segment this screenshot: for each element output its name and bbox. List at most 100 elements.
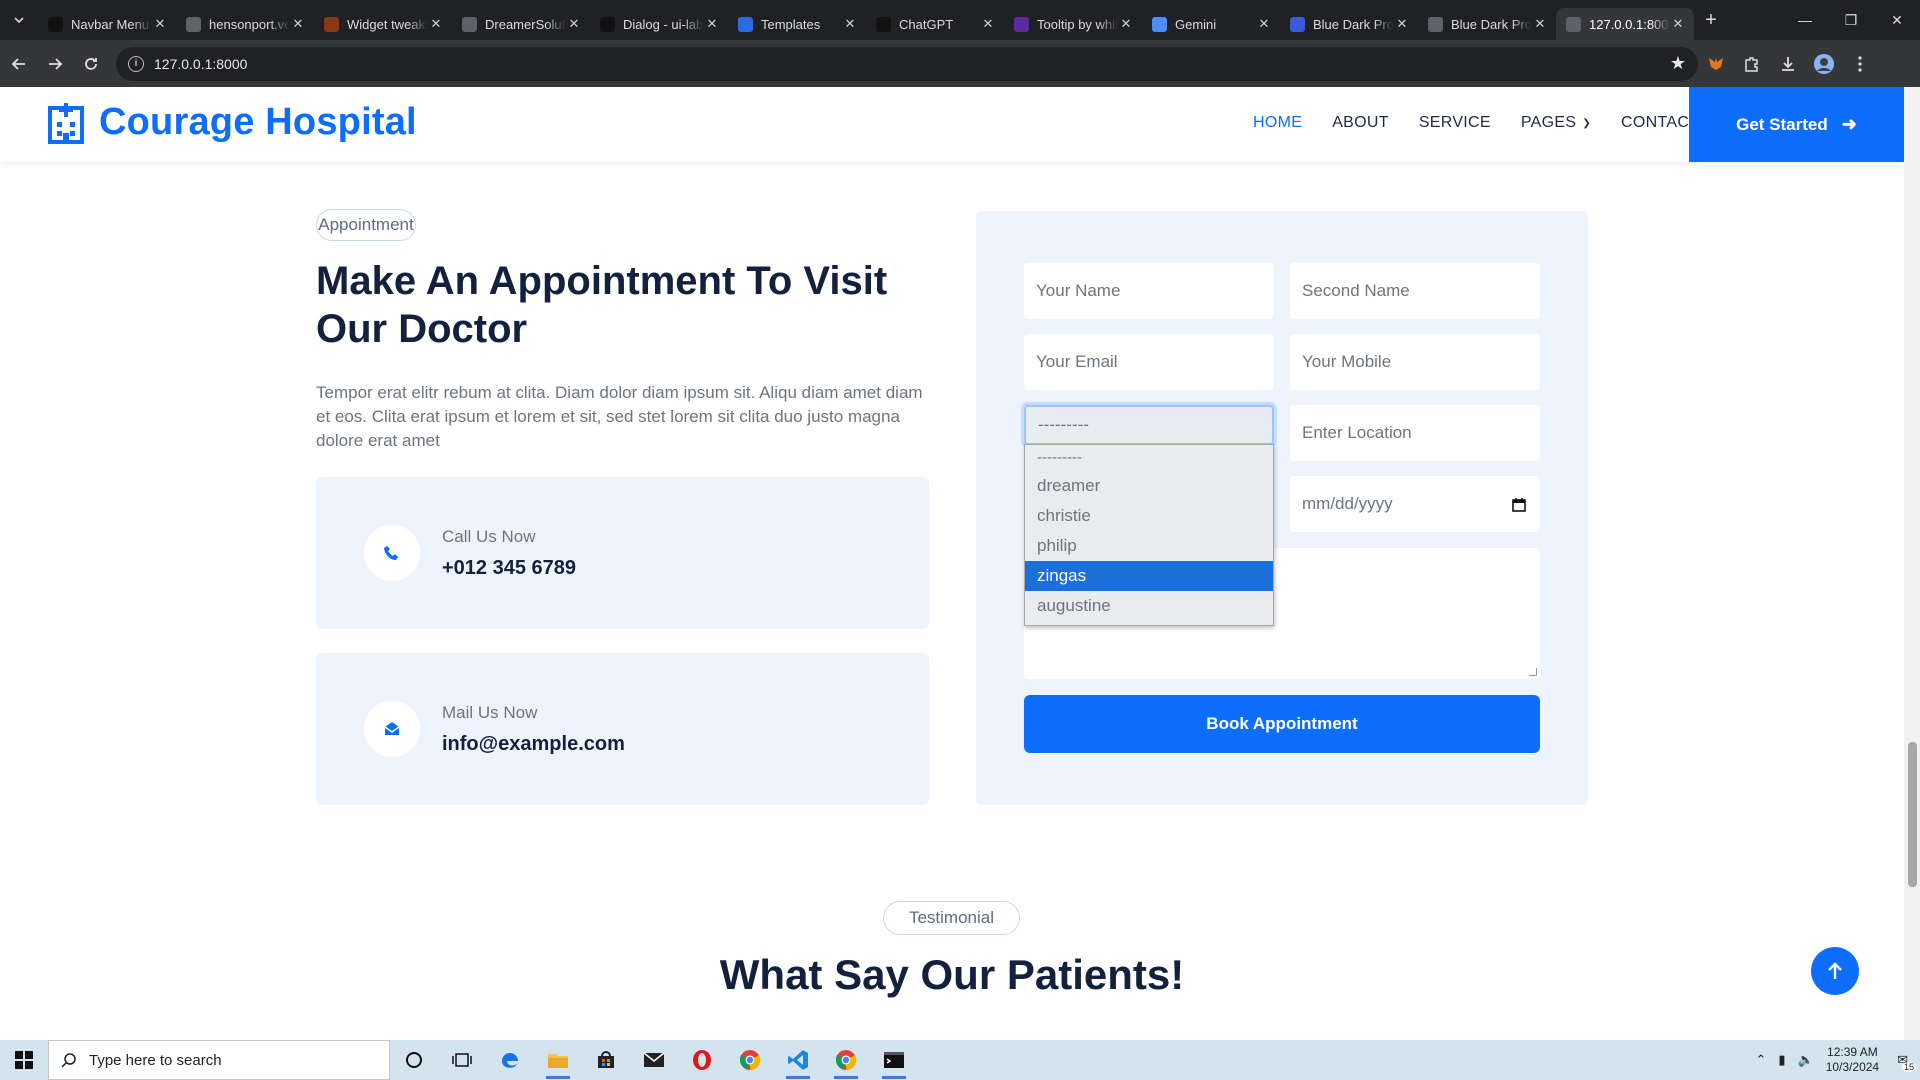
tab-title: Widget tweaks <box>347 16 428 32</box>
download-icon[interactable] <box>1770 46 1806 82</box>
back-button[interactable] <box>2 47 36 81</box>
call-number[interactable]: +012 345 6789 <box>442 557 576 580</box>
second-name-input[interactable]: Second Name <box>1290 263 1540 319</box>
metamask-extension-icon[interactable] <box>1698 46 1734 82</box>
close-tab-icon[interactable]: ✕ <box>152 16 168 32</box>
close-tab-icon[interactable]: ✕ <box>1670 16 1686 32</box>
bookmark-star-icon[interactable]: ★ <box>1670 53 1686 74</box>
start-button[interactable] <box>0 1040 48 1080</box>
battery-icon[interactable]: ▮ <box>1778 1052 1785 1068</box>
opera-icon[interactable] <box>678 1040 726 1080</box>
volume-icon[interactable]: 🔈 <box>1798 1052 1814 1068</box>
reload-button[interactable] <box>74 47 108 81</box>
browser-tab[interactable]: ChatGPT ✕ <box>866 8 1004 40</box>
location-input[interactable]: Enter Location <box>1290 405 1540 461</box>
browser-tab[interactable]: Dialog - ui-lab ✕ <box>590 8 728 40</box>
close-window-button[interactable]: ✕ <box>1874 0 1920 40</box>
resize-grip[interactable] <box>1529 668 1537 676</box>
date-placeholder: mm/dd/yyyy <box>1302 494 1393 513</box>
browser-tab[interactable]: Navbar Menu ✕ <box>38 8 176 40</box>
calendar-icon[interactable] <box>1512 497 1526 512</box>
mail-icon[interactable] <box>630 1040 678 1080</box>
close-tab-icon[interactable]: ✕ <box>842 16 858 32</box>
doctor-select[interactable]: --------- <box>1024 405 1274 445</box>
chevron-up-icon[interactable]: ⌃ <box>1755 1052 1766 1068</box>
tab-favicon-icon <box>462 16 477 32</box>
close-tab-icon[interactable]: ✕ <box>290 16 306 32</box>
close-tab-icon[interactable]: ✕ <box>704 16 720 32</box>
browser-tab[interactable]: Templates ✕ <box>728 8 866 40</box>
browser-tab[interactable]: DreamerSolutions✕ <box>452 8 590 40</box>
close-tab-icon[interactable]: ✕ <box>1532 16 1548 32</box>
mobile-input[interactable]: Your Mobile <box>1290 334 1540 390</box>
chrome-dev-icon[interactable] <box>822 1040 870 1080</box>
first-name-input[interactable]: Your Name <box>1024 263 1274 319</box>
browser-tab[interactable]: hensonport.vercel✕ <box>176 8 314 40</box>
tab-title: Dialog - ui-lab <box>623 16 704 32</box>
store-icon[interactable] <box>582 1040 630 1080</box>
nav-contact[interactable]: CONTACT <box>1621 114 1699 132</box>
appointment-title: Make An Appointment To Visit Our Doctor <box>316 259 888 351</box>
get-started-button[interactable]: Get Started ➜ <box>1689 87 1904 162</box>
back-to-top-button[interactable] <box>1811 947 1859 995</box>
testimonial-title: What Say Our Patients! <box>719 951 1185 998</box>
browser-tab[interactable]: Blue Dark Pro ✕ <box>1280 8 1418 40</box>
mail-label: Mail Us Now <box>442 703 538 722</box>
close-tab-icon[interactable]: ✕ <box>1118 16 1134 32</box>
dropdown-option[interactable]: philip <box>1025 531 1273 561</box>
browser-toolbar: i 127.0.0.1:8000 ★ <box>0 40 1920 87</box>
hospital-icon <box>48 102 84 144</box>
mail-address[interactable]: info@example.com <box>442 733 625 756</box>
nav-pages[interactable]: PAGES ❯ <box>1521 114 1591 132</box>
nav-home[interactable]: HOME <box>1253 114 1302 132</box>
taskbar-clock[interactable]: 12:39 AM 10/3/2024 <box>1826 1045 1879 1075</box>
tab-title: hensonport.vercel <box>209 16 290 32</box>
terminal-icon[interactable] <box>870 1040 918 1080</box>
date-input[interactable]: mm/dd/yyyy <box>1290 476 1540 532</box>
new-tab-button[interactable]: + <box>1694 0 1728 40</box>
notifications-icon[interactable]: ✉ 15 <box>1897 1052 1916 1072</box>
taskbar-search[interactable]: Type here to search <box>48 1040 390 1080</box>
page-scrollbar[interactable] <box>1904 87 1920 1040</box>
chrome-icon[interactable] <box>726 1040 774 1080</box>
browser-tab[interactable]: Tooltip by whitespace✕ <box>1004 8 1142 40</box>
task-view-icon[interactable] <box>438 1040 486 1080</box>
scrollbar-thumb[interactable] <box>1908 742 1917 887</box>
browser-tab[interactable]: 127.0.0.1:8000 ✕ <box>1556 8 1694 40</box>
browser-menu-icon[interactable] <box>1842 46 1878 82</box>
book-appointment-button[interactable]: Book Appointment <box>1024 695 1540 753</box>
nav-service[interactable]: SERVICE <box>1419 114 1491 132</box>
close-tab-icon[interactable]: ✕ <box>428 16 444 32</box>
restore-button[interactable]: ❐ <box>1828 0 1874 40</box>
browser-tab[interactable]: Gemini ✕ <box>1142 8 1280 40</box>
dropdown-option[interactable]: augustine <box>1025 591 1273 621</box>
close-tab-icon[interactable]: ✕ <box>980 16 996 32</box>
close-tab-icon[interactable]: ✕ <box>566 16 582 32</box>
close-tab-icon[interactable]: ✕ <box>1256 16 1272 32</box>
cortana-icon[interactable] <box>390 1040 438 1080</box>
tab-title: Gemini <box>1175 16 1217 32</box>
address-bar[interactable]: i 127.0.0.1:8000 ★ <box>116 46 1698 81</box>
email-input[interactable]: Your Email <box>1024 334 1274 390</box>
address-url[interactable]: 127.0.0.1:8000 <box>154 56 1670 72</box>
vscode-icon[interactable] <box>774 1040 822 1080</box>
brand-logo[interactable]: Courage Hospital <box>47 101 417 144</box>
nav-about[interactable]: ABOUT <box>1332 114 1389 132</box>
site-info-icon[interactable]: i <box>128 55 144 72</box>
profile-avatar[interactable] <box>1806 46 1842 82</box>
dropdown-option[interactable]: --------- <box>1025 445 1273 471</box>
tab-search-button[interactable] <box>0 0 38 40</box>
dropdown-option[interactable]: zingas <box>1025 561 1273 591</box>
browser-tab[interactable]: Blue Dark Pro ✕ <box>1418 8 1556 40</box>
close-tab-icon[interactable]: ✕ <box>1394 16 1410 32</box>
edge-icon[interactable] <box>486 1040 534 1080</box>
dropdown-option[interactable]: christie <box>1025 501 1273 531</box>
arrow-right-icon <box>49 57 63 70</box>
browser-tab[interactable]: Widget tweaks ✕ <box>314 8 452 40</box>
minimize-button[interactable]: — <box>1782 0 1828 40</box>
dropdown-option[interactable]: dreamer <box>1025 471 1273 501</box>
file-explorer-icon[interactable] <box>534 1040 582 1080</box>
extensions-icon[interactable] <box>1734 46 1770 82</box>
forward-button[interactable] <box>38 47 72 81</box>
doctor-select-dropdown: --------- dreamer christie philip zingas augu… <box>1024 444 1274 626</box>
